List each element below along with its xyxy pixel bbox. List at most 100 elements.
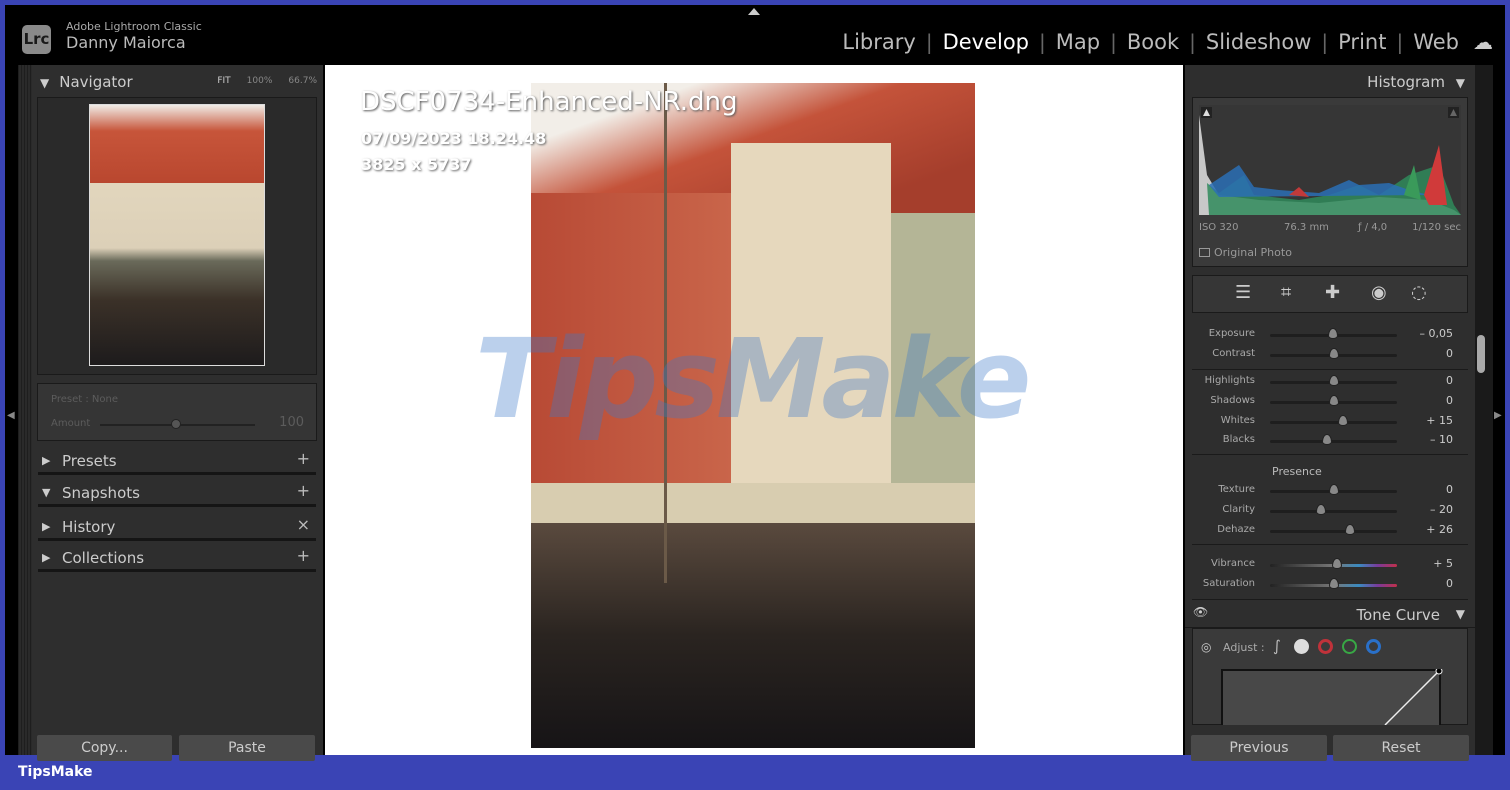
- expand-left-panel-icon[interactable]: ◀: [7, 410, 15, 421]
- crop-icon[interactable]: ⌗: [1281, 282, 1291, 303]
- slider-track[interactable]: [1270, 420, 1397, 424]
- slider-value[interactable]: 0: [1446, 374, 1453, 387]
- slider-thumb[interactable]: [1328, 348, 1339, 359]
- healing-icon[interactable]: ✚: [1325, 282, 1340, 303]
- module-library[interactable]: Library: [842, 30, 915, 54]
- tone-curve-graph[interactable]: [1221, 669, 1443, 725]
- module-slideshow[interactable]: Slideshow: [1206, 30, 1312, 54]
- slider-texture[interactable]: Texture 0: [1192, 481, 1468, 501]
- slider-contrast[interactable]: Contrast 0: [1192, 345, 1468, 365]
- slider-track[interactable]: [1270, 440, 1397, 444]
- slider-value[interactable]: + 15: [1426, 414, 1453, 427]
- previous-button[interactable]: Previous: [1191, 735, 1327, 761]
- collapse-top-panel-icon[interactable]: [748, 8, 760, 15]
- green-channel-icon[interactable]: [1342, 639, 1357, 654]
- slider-value[interactable]: 0: [1446, 577, 1453, 590]
- slider-highlights[interactable]: Highlights 0: [1192, 372, 1468, 392]
- add-icon[interactable]: +: [297, 481, 310, 500]
- slider-thumb[interactable]: [1328, 394, 1339, 406]
- slider-thumb[interactable]: [1328, 578, 1339, 589]
- slider-thumb[interactable]: [1328, 484, 1339, 495]
- module-develop[interactable]: Develop: [943, 30, 1029, 54]
- scrollbar-thumb[interactable]: [1477, 335, 1485, 373]
- paste-button[interactable]: Paste: [179, 735, 315, 761]
- red-eye-icon[interactable]: ◉: [1371, 282, 1387, 303]
- slider-whites[interactable]: Whites + 15: [1192, 412, 1468, 432]
- add-icon[interactable]: +: [297, 449, 310, 468]
- original-photo-checkbox[interactable]: [1199, 248, 1210, 257]
- blue-channel-icon[interactable]: [1366, 639, 1381, 654]
- zoom-custom[interactable]: 66.7%: [288, 76, 317, 86]
- image-dimensions: 3825 x 5737: [361, 155, 472, 174]
- slider-vibrance[interactable]: Vibrance + 5: [1192, 555, 1468, 575]
- slider-thumb[interactable]: [1328, 375, 1339, 386]
- amount-thumb[interactable]: [171, 419, 181, 429]
- visibility-eye-icon[interactable]: 👁: [1193, 605, 1208, 619]
- red-channel-icon[interactable]: [1318, 639, 1333, 654]
- left-panel: ▼ Navigator FIT 100% 66.7% Preset : None Am…: [18, 65, 323, 761]
- masking-icon[interactable]: ◌: [1411, 282, 1427, 303]
- slider-value[interactable]: 0: [1446, 394, 1453, 407]
- slider-dehaze[interactable]: Dehaze + 26: [1192, 521, 1468, 541]
- panel-history[interactable]: ▶ History ×: [38, 511, 316, 541]
- slider-blacks[interactable]: Blacks – 10: [1192, 431, 1468, 451]
- user-name: Danny Maiorca: [66, 33, 186, 52]
- zoom-fit[interactable]: FIT: [217, 76, 230, 86]
- histogram-header[interactable]: Histogram ▼: [1367, 73, 1465, 91]
- module-separator: |: [1396, 30, 1404, 54]
- parametric-curve-icon[interactable]: ∫: [1273, 637, 1281, 655]
- slider-value[interactable]: + 26: [1426, 523, 1453, 536]
- slider-thumb[interactable]: [1327, 328, 1338, 339]
- slider-exposure[interactable]: Exposure – 0,05: [1192, 325, 1468, 345]
- module-separator: |: [1110, 30, 1117, 54]
- slider-shadows[interactable]: Shadows 0: [1192, 392, 1468, 412]
- lightroom-window: Lrc Adobe Lightroom Classic Danny Maiorc…: [5, 5, 1505, 761]
- reset-button[interactable]: Reset: [1333, 735, 1469, 761]
- amount-label: Amount: [51, 418, 91, 429]
- slider-track[interactable]: [1270, 509, 1397, 513]
- slider-value[interactable]: – 10: [1430, 433, 1453, 446]
- slider-thumb[interactable]: [1331, 558, 1342, 569]
- module-book[interactable]: Book: [1127, 30, 1179, 54]
- slider-thumb[interactable]: [1322, 434, 1333, 446]
- slider-thumb[interactable]: [1345, 523, 1355, 535]
- add-icon[interactable]: +: [297, 546, 310, 565]
- right-panel-scrollbar[interactable]: [1475, 65, 1493, 755]
- edit-sliders-icon[interactable]: ☰: [1235, 282, 1251, 303]
- panel-collections[interactable]: ▶ Collections +: [38, 542, 316, 572]
- tone-curve-header[interactable]: 👁 Tone Curve ▼: [1185, 600, 1475, 628]
- point-curve-rgb-icon[interactable]: [1294, 639, 1309, 654]
- clear-icon[interactable]: ×: [297, 515, 310, 534]
- module-web[interactable]: Web: [1413, 30, 1459, 54]
- slider-thumb[interactable]: [1315, 503, 1326, 515]
- presence-label: Presence: [1272, 465, 1322, 478]
- slider-value[interactable]: 0: [1446, 483, 1453, 496]
- slider-value[interactable]: 0: [1446, 347, 1453, 360]
- cloud-sync-icon[interactable]: ☁: [1473, 30, 1493, 54]
- image-canvas[interactable]: TipsMake DSCF0734-Enhanced-NR.dng 07/09/…: [325, 65, 1183, 755]
- panel-presets[interactable]: ▶ Presets +: [38, 445, 316, 475]
- slider-value[interactable]: – 0,05: [1420, 327, 1454, 340]
- expand-right-panel-icon[interactable]: ▶: [1494, 410, 1502, 421]
- copy-button[interactable]: Copy...: [37, 735, 172, 761]
- slider-thumb[interactable]: [1338, 414, 1349, 426]
- panel-snapshots[interactable]: ▼ Snapshots +: [38, 477, 316, 507]
- navigator-preview[interactable]: [37, 97, 317, 375]
- target-adjust-icon[interactable]: ◎: [1201, 640, 1211, 654]
- panel-label: Presets: [62, 452, 117, 470]
- slider-value[interactable]: + 5: [1433, 557, 1453, 570]
- slider-track[interactable]: [1270, 529, 1397, 533]
- navigator-header[interactable]: ▼ Navigator FIT 100% 66.7%: [40, 73, 323, 95]
- slider-label: Whites: [1220, 414, 1255, 426]
- panel-label: History: [62, 518, 116, 536]
- module-separator: |: [925, 30, 933, 54]
- slider-value[interactable]: – 20: [1430, 503, 1453, 516]
- module-map[interactable]: Map: [1056, 30, 1100, 54]
- preset-amount-box: Preset : None Amount 100: [37, 383, 317, 441]
- module-picker: Library | Develop | Map | Book | Slideshow | Print…: [842, 30, 1493, 54]
- zoom-100[interactable]: 100%: [247, 76, 273, 86]
- left-panel-toggle[interactable]: [18, 65, 32, 755]
- slider-saturation[interactable]: Saturation 0: [1192, 575, 1468, 595]
- slider-clarity[interactable]: Clarity – 20: [1192, 501, 1468, 521]
- module-print[interactable]: Print: [1338, 30, 1386, 54]
